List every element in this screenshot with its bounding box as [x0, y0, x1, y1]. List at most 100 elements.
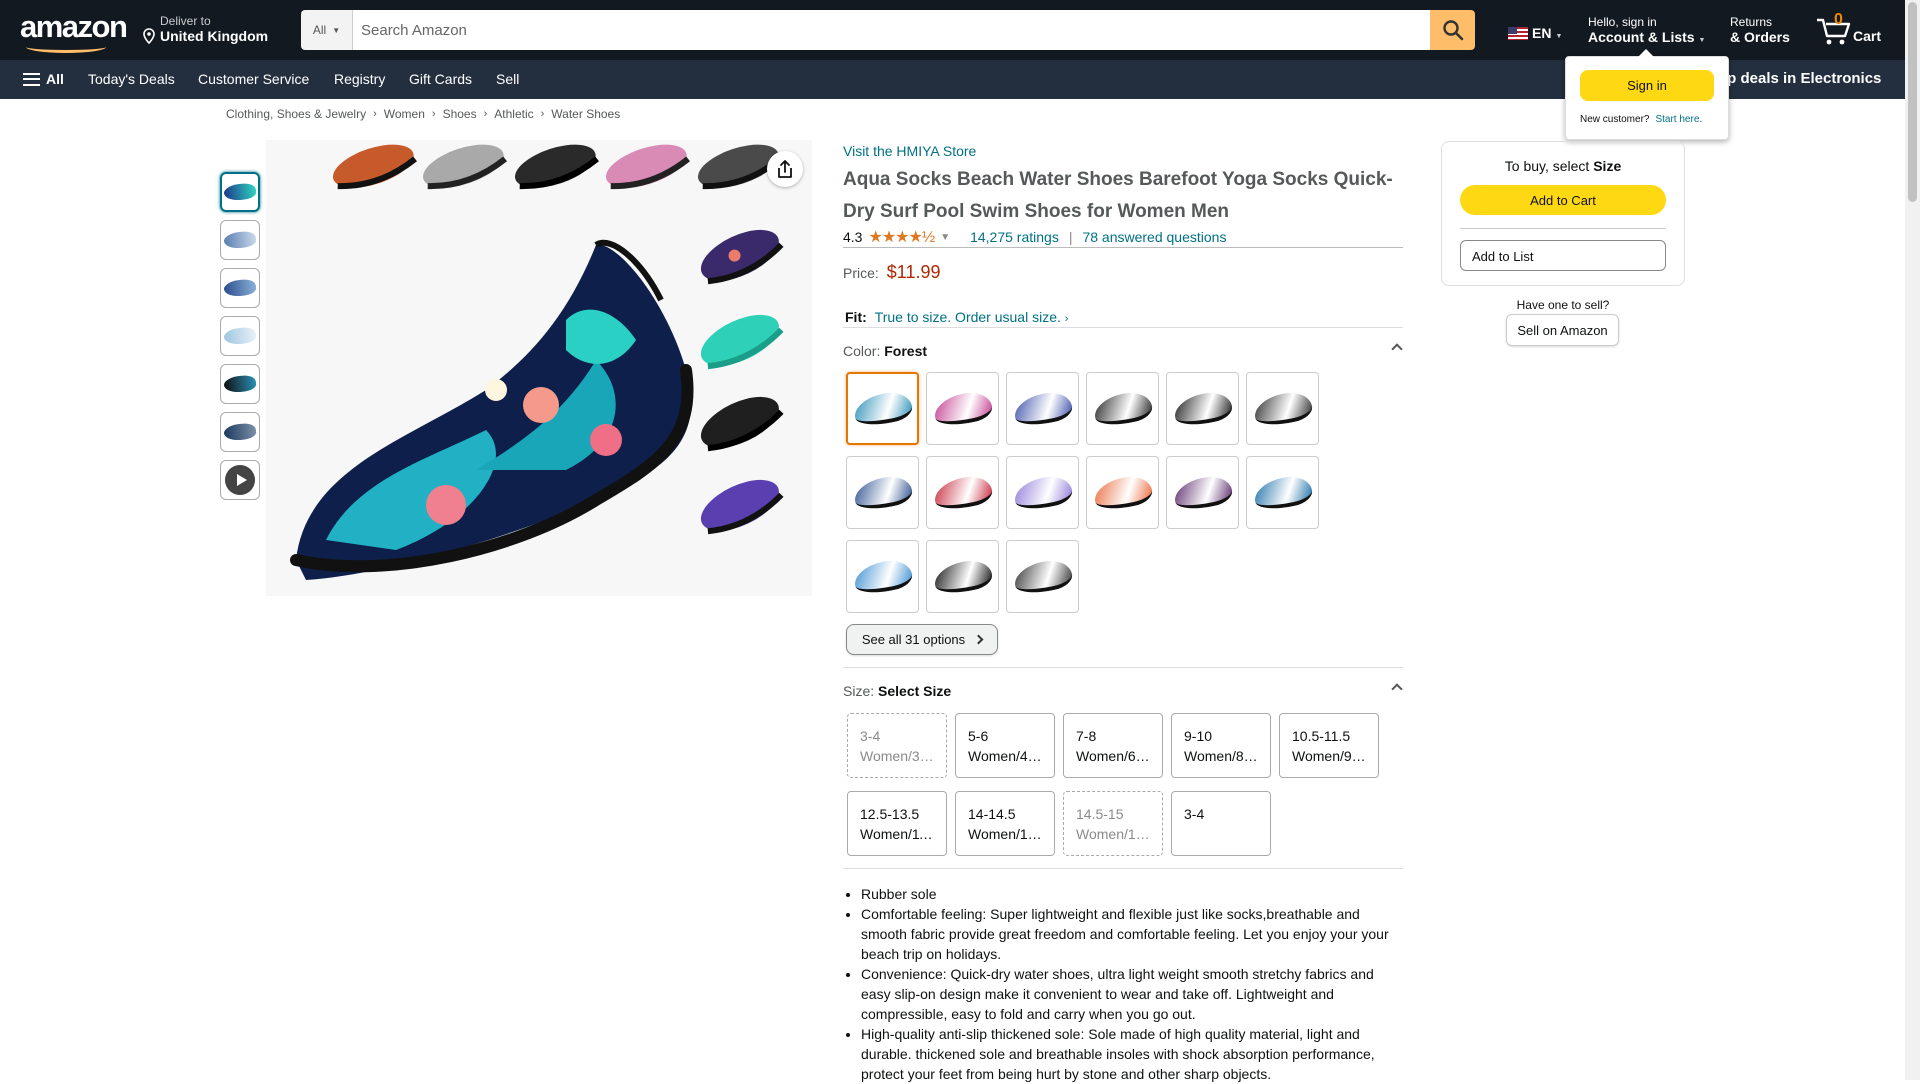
color-swatch[interactable]	[1006, 540, 1079, 613]
shoe-image	[851, 555, 914, 598]
all-menu-button[interactable]: All	[23, 71, 64, 87]
search-category-dropdown[interactable]: All ▼	[301, 10, 353, 50]
size-option[interactable]: 3-4 Women/3-4 Men	[847, 713, 947, 778]
deliver-to[interactable]: Deliver to United Kingdom	[142, 14, 272, 44]
breadcrumb-shoes[interactable]: Shoes	[443, 107, 477, 121]
color-section-header[interactable]: Color: Forest	[843, 343, 1403, 359]
size-option[interactable]: 14-14.5 Women/12-13 Men	[955, 791, 1055, 856]
language-selector[interactable]: EN ▼	[1508, 25, 1562, 41]
size-option[interactable]: 7-8 Women/6-7 Men	[1063, 713, 1163, 778]
bullet-item: Rubber sole	[861, 884, 1403, 904]
color-swatch[interactable]	[846, 456, 919, 529]
search-button[interactable]	[1430, 10, 1475, 50]
color-swatch[interactable]	[846, 372, 919, 445]
size-option[interactable]: 3-4	[1171, 791, 1271, 856]
color-swatch[interactable]	[926, 372, 999, 445]
nav-registry[interactable]: Registry	[334, 71, 385, 87]
page-scrollbar[interactable]	[1905, 0, 1920, 1080]
color-swatch[interactable]	[1166, 456, 1239, 529]
search-input[interactable]	[353, 10, 1430, 50]
breadcrumb-women[interactable]: Women	[384, 107, 425, 121]
fit-label: Fit:	[845, 309, 867, 325]
fit-link[interactable]: True to size. Order usual size. ›	[875, 309, 1069, 325]
thumbnail-3[interactable]	[220, 268, 260, 308]
us-flag-icon	[1508, 26, 1528, 40]
rating-row: 4.3 ★★★★½ ▼ 14,275 ratings | 78 answered…	[843, 227, 1226, 247]
chevron-down-icon[interactable]: ▼	[940, 232, 950, 243]
color-swatch[interactable]	[1086, 456, 1159, 529]
size-option-line1: 5-6	[968, 728, 989, 744]
main-product-image[interactable]	[266, 140, 812, 596]
size-option[interactable]: 12.5-13.5 Women/11-12 Men	[847, 791, 947, 856]
color-swatch[interactable]	[1246, 372, 1319, 445]
rating-value: 4.3	[843, 229, 863, 245]
add-to-cart-button[interactable]: Add to Cart	[1460, 185, 1666, 215]
size-option-line1: 3-4	[1184, 806, 1205, 822]
size-option-line1: 7-8	[1076, 728, 1097, 744]
size-option-line2: Women/4-5 Men	[968, 748, 1042, 764]
returns-orders[interactable]: Returns & Orders	[1730, 15, 1790, 45]
size-section-header[interactable]: Size: Select Size	[843, 683, 1403, 699]
account-lists[interactable]: Hello, sign in Account & Lists ▼	[1588, 15, 1705, 45]
thumbnail-2[interactable]	[220, 220, 260, 260]
start-here-link[interactable]: Start here.	[1655, 114, 1702, 125]
color-swatch[interactable]	[846, 540, 919, 613]
account-label: Account & Lists	[1588, 29, 1695, 45]
shoe-image	[1011, 471, 1074, 514]
nav-promo-electronics[interactable]: op deals in Electronics	[1718, 70, 1881, 87]
bullet-item: Comfortable feeling: Super lightweight a…	[861, 904, 1403, 964]
breadcrumb: Clothing, Shoes & Jewelry › Women › Shoe…	[226, 107, 620, 121]
nav-customer-service[interactable]: Customer Service	[198, 71, 309, 87]
to-buy-text: To buy, select Size	[1442, 158, 1684, 174]
color-swatch[interactable]	[926, 456, 999, 529]
star-rating-icon[interactable]: ★★★★½	[868, 227, 935, 247]
ratings-count-link[interactable]: 14,275 ratings	[970, 229, 1059, 245]
color-swatch[interactable]	[926, 540, 999, 613]
share-button[interactable]	[767, 151, 803, 187]
see-all-label: See all 31 options	[861, 632, 966, 647]
new-customer-text: New customer? Start here.	[1580, 114, 1702, 125]
to-buy-label: To buy, select	[1504, 158, 1590, 174]
amazon-logo[interactable]: amazon	[20, 9, 128, 53]
color-swatch[interactable]	[1006, 456, 1079, 529]
cart-button[interactable]: 0 Cart	[1815, 11, 1883, 48]
bullet-item: High-quality anti-slip thickened sole: S…	[861, 1024, 1403, 1084]
feature-bullets: Rubber sole Comfortable feeling: Super l…	[843, 884, 1403, 1084]
thumbnail-4[interactable]	[220, 316, 260, 356]
caret-down-icon: ▼	[1555, 32, 1563, 40]
shoe-image	[223, 325, 257, 347]
size-option[interactable]: 5-6 Women/4-5 Men	[955, 713, 1055, 778]
color-swatch[interactable]	[1166, 372, 1239, 445]
shoe-image	[223, 373, 257, 395]
color-swatch[interactable]	[1086, 372, 1159, 445]
signin-button[interactable]: Sign in	[1580, 70, 1714, 101]
answered-questions-link[interactable]: 78 answered questions	[1082, 229, 1226, 245]
nav-gift-cards[interactable]: Gift Cards	[409, 71, 472, 87]
size-option[interactable]: 14.5-15 Women/13-14 Men	[1063, 791, 1163, 856]
see-all-options-button[interactable]: See all 31 options	[846, 624, 998, 655]
sell-on-amazon-button[interactable]: Sell on Amazon	[1506, 314, 1619, 346]
chevron-right-icon: ›	[1064, 313, 1069, 325]
breadcrumb-athletic[interactable]: Athletic	[494, 107, 533, 121]
color-swatch[interactable]	[1246, 456, 1319, 529]
size-option[interactable]: 10.5-11.5 Women/9-10 Men	[1279, 713, 1379, 778]
shoe-image	[223, 421, 257, 443]
thumbnail-6[interactable]	[220, 412, 260, 452]
thumbnail-1[interactable]	[220, 172, 260, 212]
thumbnail-video[interactable]	[220, 460, 260, 500]
breadcrumb-clothing[interactable]: Clothing, Shoes & Jewelry	[226, 107, 366, 121]
nav-todays-deals[interactable]: Today's Deals	[88, 71, 175, 87]
shoe-image	[1011, 555, 1074, 598]
all-menu-label: All	[46, 71, 64, 87]
size-option[interactable]: 9-10 Women/8-9 Men	[1171, 713, 1271, 778]
breadcrumb-water-shoes[interactable]: Water Shoes	[551, 107, 620, 121]
scrollbar-thumb[interactable]	[1908, 2, 1917, 202]
cart-label: Cart	[1853, 28, 1882, 44]
thumbnail-5[interactable]	[220, 364, 260, 404]
hamburger-icon	[23, 72, 40, 86]
color-swatch[interactable]	[1006, 372, 1079, 445]
store-link[interactable]: Visit the HMIYA Store	[843, 143, 976, 159]
logo-text: amazon	[20, 9, 128, 44]
nav-sell[interactable]: Sell	[496, 71, 519, 87]
add-to-list-button[interactable]: Add to List	[1460, 240, 1666, 271]
